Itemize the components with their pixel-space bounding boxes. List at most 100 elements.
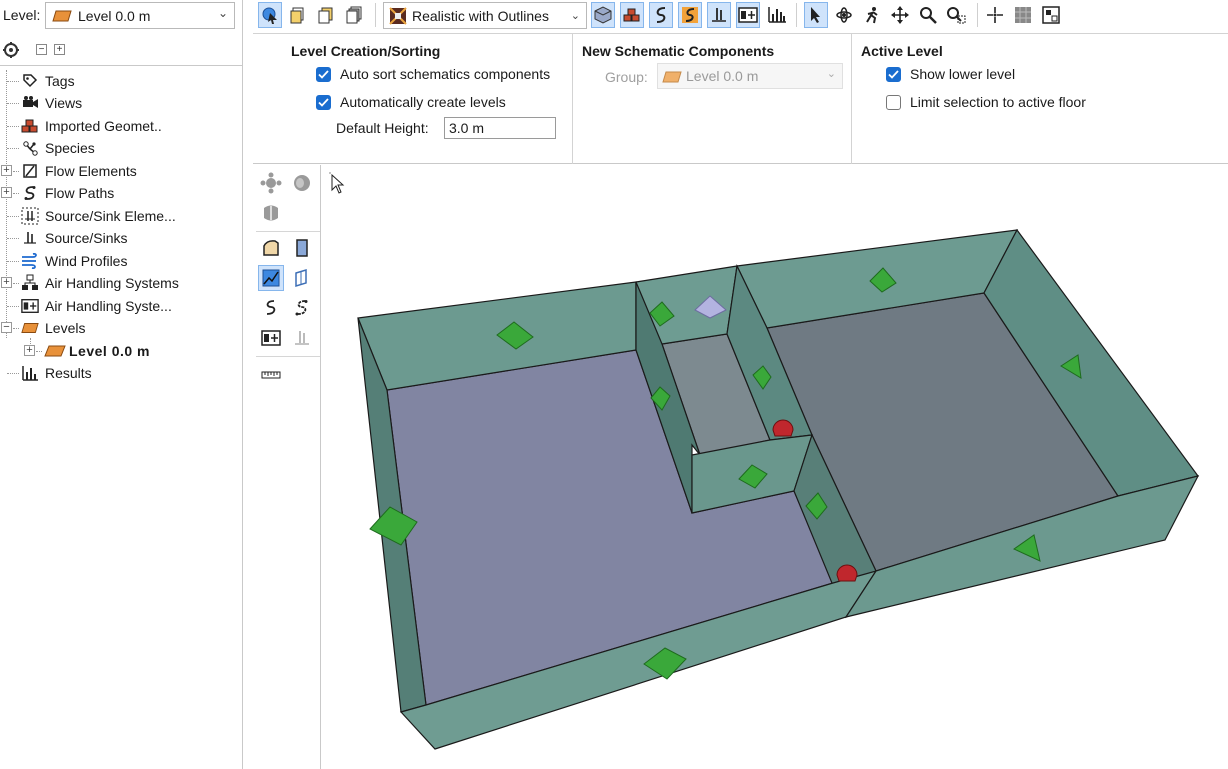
ahs-element-icon: [738, 7, 758, 23]
add-terminal-tool[interactable]: [258, 200, 284, 226]
level-label: Level:: [3, 7, 41, 23]
bricks-icon: [623, 8, 640, 22]
collapse-all-button[interactable]: −: [36, 44, 47, 55]
tree-item-views[interactable]: Views: [0, 92, 243, 114]
draw-door-tool[interactable]: [289, 235, 315, 261]
walk-icon: [866, 7, 878, 24]
level-dropdown-value: Level 0.0 m: [78, 7, 151, 24]
tree-toolbar: − +: [0, 36, 243, 66]
collapse-icon[interactable]: −: [1, 322, 12, 333]
frame-icon: [1042, 6, 1060, 24]
tree-item-wind-profiles[interactable]: Wind Profiles: [0, 250, 243, 272]
tree-item-imported-geometry[interactable]: Imported Geomet..: [0, 115, 243, 137]
pointer-icon: [811, 7, 820, 23]
section-title: New Schematic Components: [582, 43, 775, 59]
ahs-icon: [21, 274, 39, 292]
flow-path-icon: [21, 184, 39, 202]
source-sink-icon: [712, 8, 726, 22]
draw-flow-element-tool[interactable]: [258, 265, 284, 291]
tree-item-species[interactable]: Species: [0, 137, 243, 159]
tree-item-tags[interactable]: Tags: [0, 70, 243, 92]
tree-item-source-sinks[interactable]: Source/Sinks: [0, 227, 243, 249]
tree-item-results[interactable]: Results: [0, 362, 243, 384]
show-geometry-toggle[interactable]: [591, 2, 615, 28]
tree-item-air-handling-system-elements[interactable]: Air Handling Syste...: [0, 295, 243, 317]
select-tool-button[interactable]: [804, 2, 828, 28]
crosshair-icon: [987, 7, 1003, 23]
show-lower-level-checkbox[interactable]: Show lower level: [886, 64, 1015, 84]
building-model: [329, 172, 1200, 750]
expand-icon[interactable]: +: [24, 345, 35, 356]
draw-duct-tool[interactable]: [289, 295, 315, 321]
zoom-window-button[interactable]: [944, 2, 968, 28]
tree-item-level-0[interactable]: + Level 0.0 m: [0, 340, 243, 362]
pan-tool-button[interactable]: [888, 2, 912, 28]
expand-icon[interactable]: +: [1, 277, 12, 288]
tree-item-flow-paths[interactable]: + Flow Paths: [0, 182, 243, 204]
draw-window-tool[interactable]: [289, 265, 315, 291]
level-icon: [52, 10, 72, 21]
group-dropdown-value: Level 0.0 m: [686, 68, 759, 84]
door-icon: [296, 239, 308, 257]
add-source-sink-tool[interactable]: [289, 325, 315, 351]
main-toolbar: Realistic with Outlines ⌄: [253, 0, 1228, 32]
orbit-icon: [836, 7, 852, 23]
source-sink-icon: [21, 229, 39, 247]
draw-flow-path-tool[interactable]: [258, 295, 284, 321]
chevron-down-icon: ⌄: [570, 10, 580, 22]
magnifier-icon: [920, 7, 937, 24]
frame-tool-button[interactable]: [1039, 2, 1063, 28]
limit-selection-checkbox[interactable]: Limit selection to active floor: [886, 92, 1086, 112]
grid-icon: [1015, 7, 1031, 23]
show-source-sinks-toggle[interactable]: [678, 2, 702, 28]
auto-sort-checkbox[interactable]: Auto sort schematics components: [316, 64, 550, 84]
zoom-tool-button[interactable]: [916, 2, 940, 28]
walk-tool-button[interactable]: [860, 2, 884, 28]
grid-toggle-button[interactable]: [1011, 2, 1035, 28]
lower-level-button[interactable]: [314, 2, 338, 28]
flow-element-icon: [21, 162, 39, 180]
snap-tool-button[interactable]: [983, 2, 1007, 28]
expand-icon[interactable]: +: [1, 187, 12, 198]
view-mode-button[interactable]: [258, 2, 282, 28]
show-results-toggle[interactable]: [765, 2, 789, 28]
draw-wall-tool[interactable]: [258, 235, 284, 261]
orbit-tool-button[interactable]: [832, 2, 856, 28]
chevron-down-icon: ⌄: [217, 6, 228, 20]
render-mode-value: Realistic with Outlines: [412, 8, 549, 24]
geometry-icon: [594, 6, 612, 24]
default-height-input[interactable]: 3.0 m: [444, 117, 556, 139]
level-dropdown[interactable]: Level 0.0 m ⌄: [45, 2, 235, 29]
add-zone-tool[interactable]: [258, 170, 284, 196]
show-imported-toggle[interactable]: [620, 2, 644, 28]
measure-tool[interactable]: [258, 362, 284, 388]
flow-path-icon: [266, 300, 276, 315]
molecule-icon: [21, 139, 39, 157]
default-height-label: Default Height:: [336, 120, 429, 136]
level-icon: [21, 319, 39, 337]
add-ahs-tool[interactable]: [258, 325, 284, 351]
duct-path-icon: [295, 300, 308, 316]
group-label: Group:: [605, 69, 648, 85]
add-junction-tool[interactable]: [289, 170, 315, 196]
node-icon: [260, 172, 282, 194]
tree-item-levels[interactable]: − Levels: [0, 317, 243, 339]
auto-create-levels-checkbox[interactable]: Automatically create levels: [316, 92, 506, 112]
checkmark-icon: [316, 66, 331, 82]
single-level-button[interactable]: [286, 2, 310, 28]
show-ahs-toggle[interactable]: [736, 2, 760, 28]
tree-item-flow-elements[interactable]: + Flow Elements: [0, 160, 243, 182]
show-flow-paths-toggle[interactable]: [649, 2, 673, 28]
all-levels-button[interactable]: [342, 2, 366, 28]
zoom-window-icon: [947, 7, 966, 24]
flow-path-icon: [656, 7, 666, 23]
group-dropdown[interactable]: Level 0.0 m ⌄: [657, 63, 843, 89]
show-elements-toggle[interactable]: [707, 2, 731, 28]
3d-viewport[interactable]: [322, 165, 1228, 769]
tree-item-air-handling-systems[interactable]: + Air Handling Systems: [0, 272, 243, 294]
tree-item-source-sink-elements[interactable]: Source/Sink Eleme...: [0, 205, 243, 227]
expand-all-button[interactable]: +: [54, 44, 65, 55]
expand-icon[interactable]: +: [1, 165, 12, 176]
settings-cog-icon[interactable]: [2, 41, 20, 59]
render-mode-dropdown[interactable]: Realistic with Outlines ⌄: [383, 2, 587, 29]
